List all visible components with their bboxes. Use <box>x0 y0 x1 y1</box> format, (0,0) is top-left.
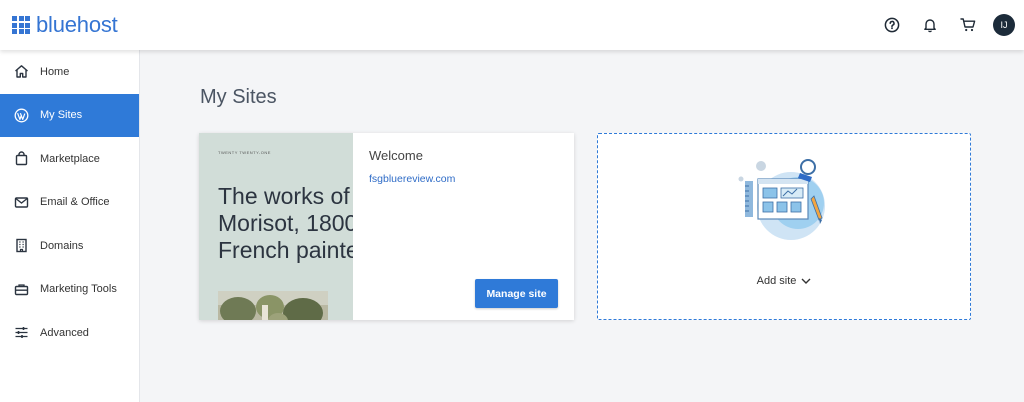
avatar[interactable]: IJ <box>993 14 1015 36</box>
envelope-icon <box>13 194 29 210</box>
sidebar-item-marketing-tools[interactable]: Marketing Tools <box>0 268 139 312</box>
sidebar-item-label: Advanced <box>40 326 89 339</box>
sidebar-item-my-sites[interactable]: My Sites <box>0 93 139 137</box>
sidebar-item-label: Domains <box>40 239 84 252</box>
home-icon <box>13 64 29 80</box>
logo-grid-icon <box>12 16 30 34</box>
shopping-bag-icon <box>13 151 29 167</box>
bluehost-logo[interactable]: bluehost <box>12 12 118 38</box>
sidebar-item-home[interactable]: Home <box>0 50 139 94</box>
sidebar-item-label: Email & Office <box>40 196 110 209</box>
help-icon[interactable] <box>873 6 911 44</box>
toolbox-icon <box>13 281 29 297</box>
cart-icon[interactable] <box>949 6 987 44</box>
sidebar-item-marketplace[interactable]: Marketplace <box>0 137 139 181</box>
site-domain-link[interactable]: fsgbluereview.com <box>369 173 455 185</box>
sidebar-item-label: My Sites <box>40 109 83 122</box>
wordpress-icon <box>13 107 29 123</box>
welcome-heading: Welcome <box>369 148 423 163</box>
thumbnail-headline: The works of Morisot, 1800 French painte <box>218 183 353 263</box>
manage-site-button[interactable]: Manage site <box>475 279 558 308</box>
site-card-body: Welcome fsgbluereview.com Manage site <box>353 133 574 320</box>
page-title: My Sites <box>200 86 277 108</box>
add-site-card[interactable]: Add site <box>597 133 971 320</box>
site-thumbnail[interactable]: TWENTY TWENTY-ONE The works of Morisot, … <box>199 133 353 320</box>
thumbnail-theme-label: TWENTY TWENTY-ONE <box>218 150 271 155</box>
chevron-down-icon <box>801 278 811 284</box>
sidebar-item-label: Home <box>40 65 70 78</box>
logo-text: bluehost <box>36 12 118 37</box>
sidebar-item-domains[interactable]: Domains <box>0 224 139 268</box>
thumbnail-painting-image <box>218 291 328 320</box>
sidebar-item-label: Marketing Tools <box>40 283 117 296</box>
add-site-label-row[interactable]: Add site <box>598 275 970 287</box>
sidebar: Home My Sites Marketplace Email & Office… <box>0 50 140 402</box>
sidebar-item-label: Marketplace <box>40 152 100 165</box>
top-bar: bluehost IJ <box>0 0 1024 50</box>
bell-icon[interactable] <box>911 6 949 44</box>
site-card: TWENTY TWENTY-ONE The works of Morisot, … <box>199 133 574 320</box>
header-actions: IJ <box>873 0 1024 50</box>
building-icon <box>13 238 29 254</box>
sliders-icon <box>13 325 29 341</box>
sidebar-item-advanced[interactable]: Advanced <box>0 311 139 355</box>
sidebar-item-email-office[interactable]: Email & Office <box>0 181 139 225</box>
add-site-label: Add site <box>756 275 797 287</box>
add-site-illustration <box>738 159 825 240</box>
